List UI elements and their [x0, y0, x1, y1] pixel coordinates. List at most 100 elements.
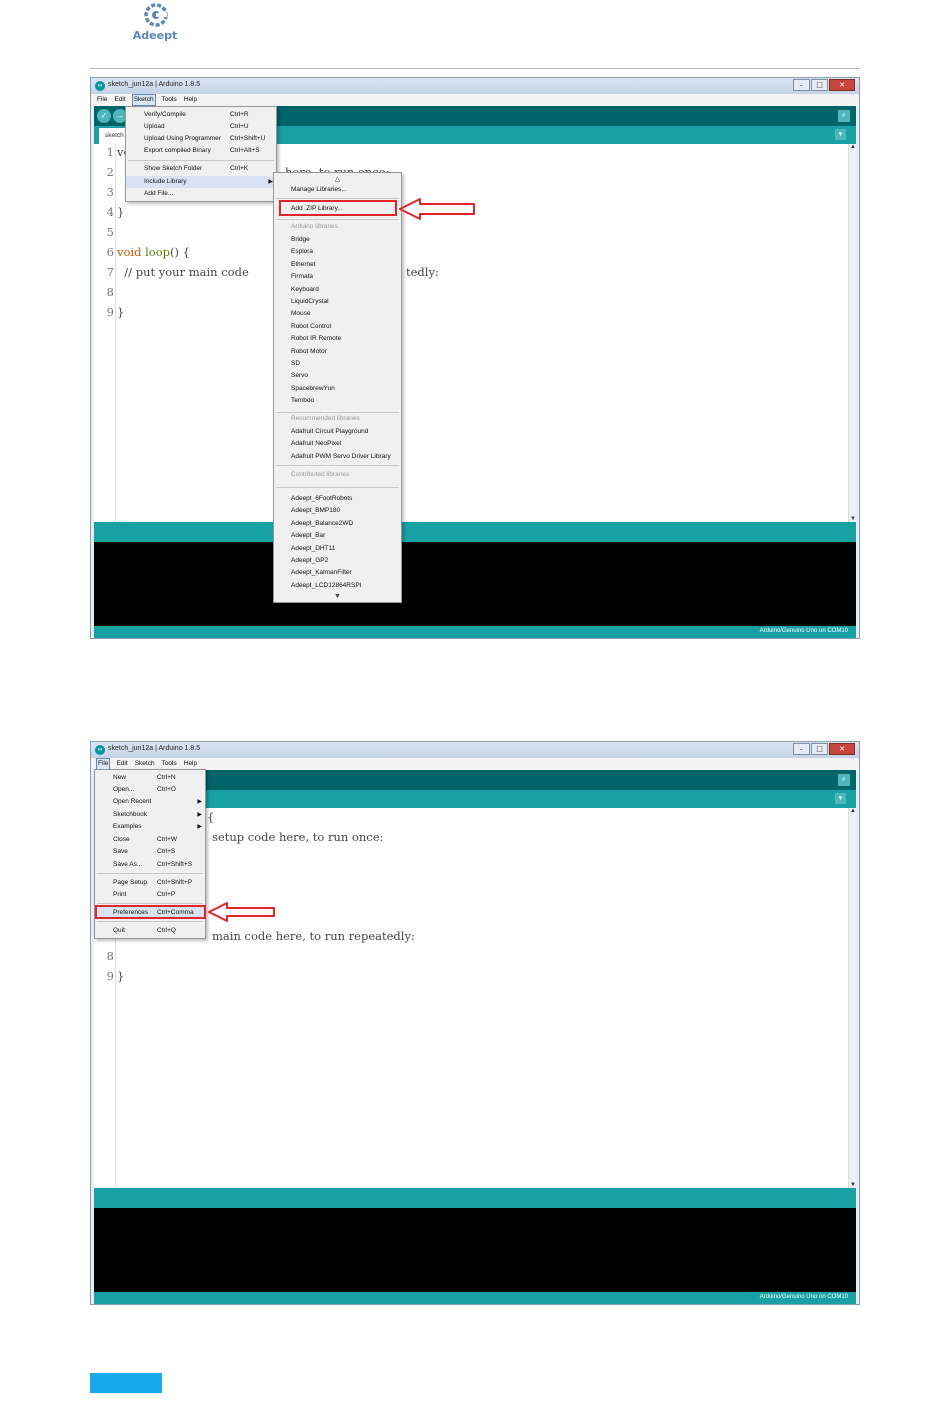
arduino-app-icon: ∞ [95, 745, 105, 755]
scroll-up-indicator-icon[interactable]: △ [274, 175, 401, 183]
menu-sketch[interactable]: Sketch [131, 94, 156, 106]
menu-item-manage-libraries[interactable]: Manage Libraries... [291, 184, 347, 196]
menu-bar: File Edit Sketch Tools Help [91, 758, 859, 770]
menu-item-sketchbook[interactable]: Sketchbook ▶ [95, 809, 205, 821]
library-item[interactable]: Bridge [291, 234, 310, 246]
library-item[interactable]: Adeept_6FootRobots [291, 493, 352, 505]
menu-item-upload-programmer[interactable]: Upload Using Programmer Ctrl+Shift+U [126, 133, 276, 145]
code-editor[interactable]: { setup code here, to run once: main cod… [94, 808, 856, 1188]
library-item[interactable]: Adeept_BMP180 [291, 505, 340, 517]
code-line: 3 [106, 185, 114, 199]
library-item[interactable]: Robot IR Remote [291, 333, 341, 345]
status-bar [94, 1188, 856, 1208]
library-item[interactable]: Adeept_Balance2WD [291, 518, 353, 530]
menu-edit[interactable]: Edit [115, 759, 128, 769]
code-line: 9} [106, 305, 125, 319]
menu-item-verify-compile[interactable]: Verify/Compile Ctrl+R [126, 109, 276, 121]
menu-item-close[interactable]: Close Ctrl+W [95, 834, 205, 846]
title-bar[interactable]: ∞ sketch_jun12a | Arduino 1.8.5 – □ ✕ [91, 742, 859, 758]
board-status-bar: Arduino/Genuino Uno on COM10 [94, 626, 856, 638]
library-item[interactable]: Robot Motor [291, 346, 327, 358]
menu-item-show-sketch-folder[interactable]: Show Sketch Folder Ctrl+K [126, 163, 276, 175]
menu-item-open[interactable]: Open... Ctrl+O [95, 784, 205, 796]
console-output [94, 542, 856, 626]
recommended-libraries-header: Recommended libraries [291, 415, 360, 422]
menu-help[interactable]: Help [183, 95, 198, 105]
library-item[interactable]: SpacebrewYun [291, 383, 335, 395]
scroll-up-icon[interactable]: ▲ [849, 144, 857, 150]
library-item[interactable]: Servo [291, 370, 308, 382]
logo-text: Adeept [132, 29, 178, 42]
close-button[interactable]: ✕ [829, 79, 855, 91]
title-bar[interactable]: ∞ sketch_jun12a | Arduino 1.8.5 – □ ✕ [91, 78, 859, 94]
library-item[interactable]: Esplora [291, 246, 313, 258]
menu-item-examples[interactable]: Examples ▶ [95, 821, 205, 833]
maximize-button[interactable]: □ [811, 79, 828, 91]
serial-monitor-icon[interactable]: ⌕ [838, 110, 850, 122]
code-fragment: { [207, 810, 215, 824]
menu-help[interactable]: Help [183, 759, 198, 769]
menu-item-new[interactable]: New Ctrl+N [95, 772, 205, 784]
menu-bar: File Edit Sketch Tools Help [91, 94, 859, 106]
menu-item-page-setup[interactable]: Page Setup Ctrl+Shift+P [95, 877, 205, 889]
library-item[interactable]: Temboo [291, 395, 314, 407]
menu-item-upload[interactable]: Upload Ctrl+U [126, 121, 276, 133]
menu-separator [276, 465, 399, 466]
menu-tools[interactable]: Tools [161, 759, 178, 769]
menu-separator [97, 921, 203, 922]
tab-menu-icon[interactable]: ▾ [835, 129, 846, 140]
close-button[interactable]: ✕ [829, 743, 855, 755]
submenu-arrow-icon: ▶ [197, 812, 202, 818]
menu-item-add-file[interactable]: Add File... [126, 188, 276, 200]
library-item[interactable]: Adeept_DHT11 [291, 543, 335, 555]
menu-file[interactable]: File [96, 95, 108, 105]
code-fragment: main code here, to run repeatedly: [212, 929, 415, 943]
library-item[interactable]: Firmata [291, 271, 313, 283]
library-item[interactable]: Adafruit NeoPixel [291, 438, 341, 450]
pointer-arrow-icon [208, 902, 275, 922]
arduino-libraries-header: Arduino libraries [291, 223, 338, 230]
library-item[interactable]: LiquidCrystal [291, 296, 329, 308]
scroll-up-icon[interactable]: ▲ [849, 808, 857, 814]
menu-edit[interactable]: Edit [113, 95, 126, 105]
code-line: 9} [106, 969, 125, 983]
minimize-button[interactable]: – [793, 79, 810, 91]
library-item[interactable]: SD [291, 358, 300, 370]
menu-item-open-recent[interactable]: Open Recent ▶ [95, 796, 205, 808]
window-title: sketch_jun12a | Arduino 1.8.5 [108, 81, 201, 88]
library-item[interactable]: Adeept_KalmanFilter [291, 567, 352, 579]
maximize-button[interactable]: □ [811, 743, 828, 755]
menu-tools[interactable]: Tools [161, 95, 178, 105]
adeept-logo-icon [144, 3, 168, 27]
code-line: 8 [106, 285, 114, 299]
menu-item-print[interactable]: Print Ctrl+P [95, 889, 205, 901]
code-line: 4} [106, 205, 125, 219]
serial-monitor-icon[interactable]: ⌕ [838, 774, 850, 786]
library-item[interactable]: Adeept_LCD12864RSPI [291, 580, 361, 592]
library-item[interactable]: Keyboard [291, 284, 319, 296]
tab-menu-icon[interactable]: ▾ [835, 793, 846, 804]
library-item[interactable]: Robot Control [291, 321, 331, 333]
library-item[interactable]: Adeept_Bar [291, 530, 325, 542]
minimize-button[interactable]: – [793, 743, 810, 755]
menu-item-export-binary[interactable]: Export compiled Binary Ctrl+Alt+S [126, 145, 276, 157]
editor-scrollbar[interactable]: ▲ ▼ [848, 144, 856, 522]
library-item[interactable]: Ethernet [291, 259, 316, 271]
library-item[interactable]: Adafruit PWM Servo Driver Library [291, 451, 391, 463]
code-fragment: tedly: [406, 265, 439, 279]
menu-sketch[interactable]: Sketch [134, 759, 156, 769]
menu-item-save[interactable]: Save Ctrl+S [95, 846, 205, 858]
window-title: sketch_jun12a | Arduino 1.8.5 [108, 745, 201, 752]
library-item[interactable]: Adafruit Circuit Playground [291, 426, 368, 438]
editor-scrollbar[interactable]: ▲ ▼ [848, 808, 856, 1188]
board-status-bar: Arduino/Genuino Uno on COM10 [94, 1292, 856, 1304]
menu-item-include-library[interactable]: Include Library ▶ [126, 176, 276, 188]
code-line: 6 void loop() { [106, 245, 190, 259]
footer-accent-bar [90, 1373, 162, 1393]
menu-item-save-as[interactable]: Save As... Ctrl+Shift+S [95, 859, 205, 871]
scroll-down-indicator-icon[interactable]: ▼ [274, 593, 401, 600]
verify-button[interactable]: ✓ [97, 109, 111, 123]
library-item[interactable]: Mouse [291, 308, 311, 320]
library-item[interactable]: Adeept_GP2 [291, 555, 328, 567]
menu-item-quit[interactable]: Quit Ctrl+Q [95, 925, 205, 937]
